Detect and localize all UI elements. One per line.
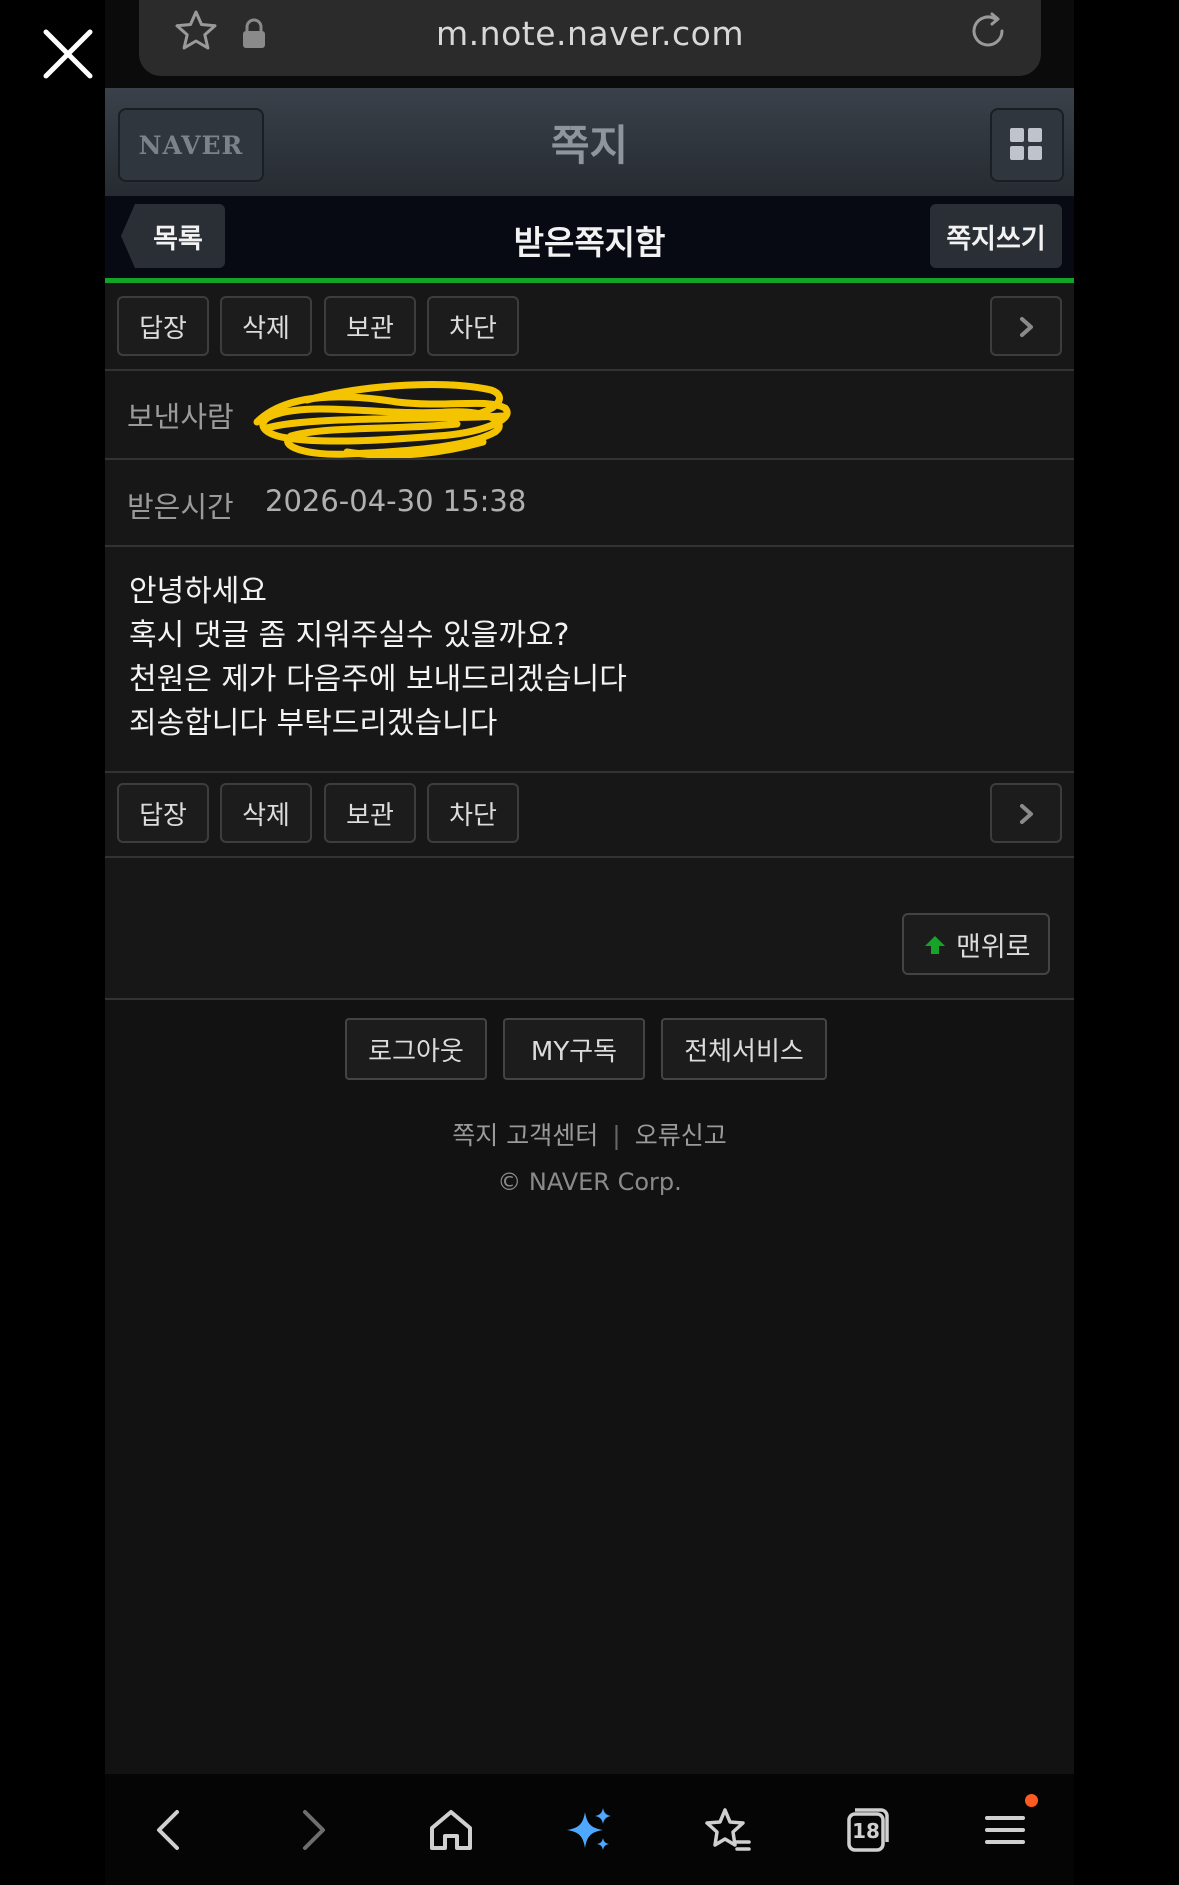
url-text[interactable]: m.note.naver.com (139, 14, 1041, 53)
forward-icon[interactable] (285, 1804, 337, 1856)
ai-sparkle-icon[interactable] (563, 1804, 615, 1856)
back-to-top-label: 맨위로 (956, 931, 1031, 963)
received-time-value: 2026-04-30 15:38 (265, 484, 527, 518)
message-line: 천원은 제가 다음주에 보내드리겠습니다 (129, 662, 627, 697)
app-header: NAVER 쪽지 (105, 88, 1074, 196)
logout-button[interactable]: 로그아웃 (345, 1018, 487, 1080)
save-button[interactable]: 보관 (324, 783, 416, 843)
support-center-link[interactable]: 쪽지 고객센터 (452, 1121, 598, 1150)
address-bar[interactable]: m.note.naver.com (139, 0, 1041, 76)
block-button[interactable]: 차단 (427, 296, 519, 356)
message-body: 안녕하세요 혹시 댓글 좀 지워주실수 있을까요? 천원은 제가 다음주에 보내… (129, 570, 627, 746)
divider (105, 458, 1074, 460)
mailbox-header: 목록 받은쪽지함 쪽지쓰기 (105, 196, 1074, 278)
reload-icon[interactable] (965, 8, 1011, 54)
close-icon[interactable] (42, 28, 94, 80)
grid-icon (1028, 146, 1042, 160)
redacted-sender (253, 381, 511, 459)
block-button[interactable]: 차단 (427, 783, 519, 843)
grid-icon (1010, 146, 1024, 160)
mailbox-title: 받은쪽지함 (513, 223, 666, 262)
copyright: © NAVER Corp. (497, 1168, 682, 1196)
tab-count: 18 (852, 1819, 880, 1843)
chevron-right-icon (1020, 804, 1033, 824)
browser-bottom-nav: 18 (105, 1774, 1074, 1885)
home-icon[interactable] (425, 1804, 477, 1856)
write-note-button[interactable]: 쪽지쓰기 (930, 204, 1062, 268)
service-menu-button[interactable] (990, 108, 1064, 182)
reply-button[interactable]: 답장 (117, 783, 209, 843)
message-line: 안녕하세요 (129, 574, 267, 609)
menu-icon[interactable] (979, 1804, 1031, 1856)
next-note-button[interactable] (990, 296, 1062, 356)
save-button[interactable]: 보관 (324, 296, 416, 356)
back-to-top-button[interactable]: 맨위로 (902, 913, 1050, 975)
page-title: 쪽지 (550, 121, 629, 170)
divider (105, 545, 1074, 547)
message-line: 혹시 댓글 좀 지워주실수 있을까요? (129, 618, 570, 653)
notification-dot (1025, 1794, 1038, 1807)
browser-viewport: m.note.naver.com NAVER 쪽지 목록 받은쪽지함 쪽지쓰기 … (105, 0, 1074, 1885)
all-services-button[interactable]: 전체서비스 (661, 1018, 827, 1080)
message-line: 죄송합니다 부탁드리겠습니다 (129, 706, 498, 741)
sender-label: 보낸사람 (127, 400, 234, 434)
received-time-label: 받은시간 (127, 490, 234, 524)
top-action-bar: 답장 삭제 보관 차단 (105, 283, 1074, 356)
grid-icon (1010, 128, 1024, 142)
footer-links: 쪽지 고객센터 | 오류신고 (105, 1116, 1074, 1152)
grid-icon (1028, 128, 1042, 142)
reply-button[interactable]: 답장 (117, 296, 209, 356)
browser-toolbar: m.note.naver.com (105, 0, 1074, 88)
divider (105, 369, 1074, 371)
delete-button[interactable]: 삭제 (220, 783, 312, 843)
error-report-link[interactable]: 오류신고 (635, 1121, 727, 1150)
bookmarks-icon[interactable] (701, 1804, 753, 1856)
arrow-up-icon (925, 936, 945, 954)
tabs-button[interactable]: 18 (841, 1804, 893, 1856)
my-subscription-button[interactable]: MY구독 (503, 1018, 645, 1080)
divider (105, 856, 1074, 858)
bottom-action-bar: 답장 삭제 보관 차단 (105, 770, 1074, 843)
back-icon[interactable] (145, 1804, 197, 1856)
chevron-right-icon (1020, 317, 1033, 337)
delete-button[interactable]: 삭제 (220, 296, 312, 356)
next-note-button[interactable] (990, 783, 1062, 843)
link-separator: | (612, 1121, 621, 1150)
